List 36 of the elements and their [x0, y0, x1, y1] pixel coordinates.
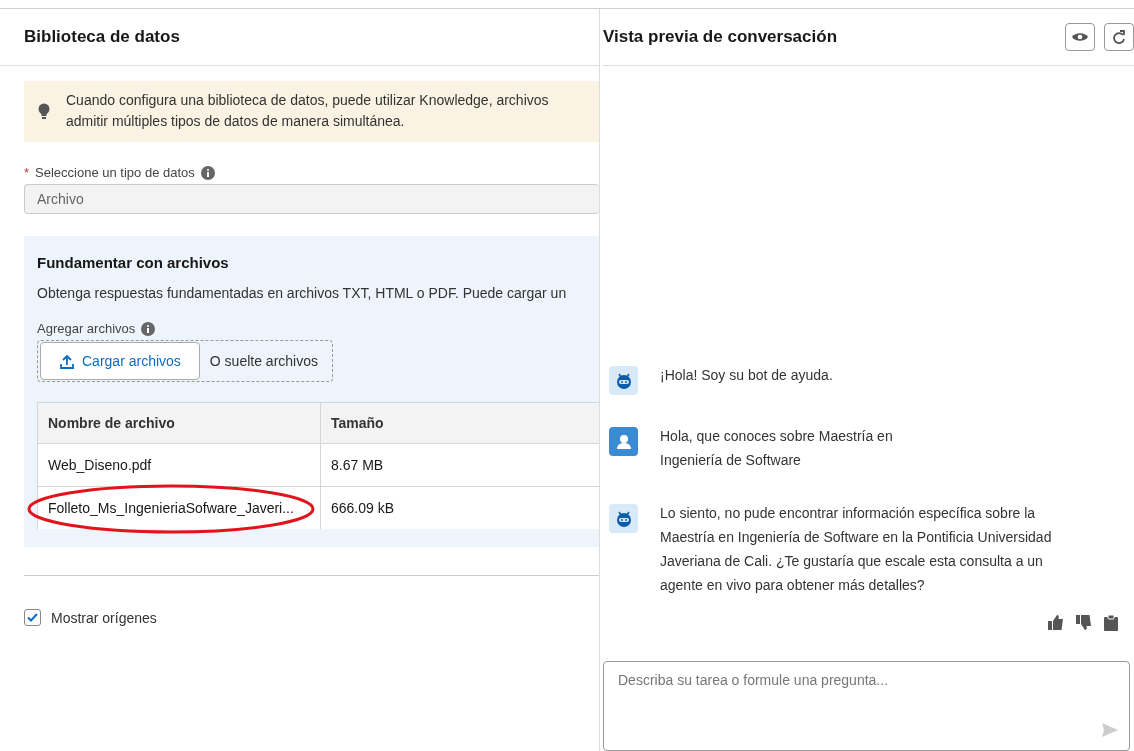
- column-header: Nombre de archivo: [37, 402, 321, 444]
- field-label: Seleccione un tipo de datos: [35, 165, 195, 180]
- required-mark: *: [24, 165, 30, 180]
- refresh-icon: [1112, 30, 1126, 44]
- checkbox-label: Mostrar orígenes: [51, 609, 157, 626]
- panel-title: Biblioteca de datos: [24, 27, 180, 47]
- refresh-button[interactable]: [1104, 23, 1134, 51]
- upload-icon: [59, 353, 75, 369]
- card-description: Obtenga respuestas fundamentadas en archivos TXT, HTML o PDF. Puede cargar un: [37, 285, 568, 301]
- card-title: Fundamentar con archivos: [37, 254, 230, 271]
- table-cell: 8.67 MB: [320, 443, 599, 487]
- checkmark-icon: [27, 613, 38, 622]
- checkbox[interactable]: [24, 609, 41, 626]
- lightbulb-icon: [38, 102, 50, 120]
- field-label: Agregar archivos: [37, 321, 136, 336]
- thumbs-up-icon[interactable]: [1048, 615, 1064, 630]
- eye-icon: [1072, 32, 1088, 42]
- table-cell: Folleto_Ms_IngenieriaSofware_Javeri...: [37, 486, 321, 529]
- data-type-select[interactable]: Archivo: [24, 184, 599, 214]
- panel-title: Vista previa de conversación: [603, 27, 838, 47]
- table-cell: Web_Diseno.pdf: [37, 443, 321, 487]
- thumbs-down-icon[interactable]: [1076, 615, 1092, 630]
- chat-message: ¡Hola! Soy su bot de ayuda.: [660, 366, 833, 385]
- preview-button[interactable]: [1065, 23, 1095, 51]
- drop-hint: O suelte archivos: [209, 353, 318, 369]
- drop-zone[interactable]: Cargar archivos O suelte archivos: [37, 340, 333, 382]
- info-icon: [141, 321, 156, 336]
- info-icon: [200, 165, 215, 180]
- chat-message: Hola, que conoces sobre Maestría en Ingeniería de Software: [660, 427, 894, 470]
- clipboard-icon[interactable]: [1104, 615, 1118, 631]
- table-cell: 666.09 kB: [320, 486, 599, 529]
- upload-button[interactable]: Cargar archivos: [40, 342, 200, 380]
- chat-message: Lo siento, no pude encontrar información específica sobre la Maestría en Ingeniería de Software en la Pontificia Universidad Javeriana de Cali. ¿Te gustaría que escale esta consulta a un agente en vivo para obtener más detalles?: [660, 504, 1053, 595]
- message-input[interactable]: Describa su tarea o formule una pregunta...: [603, 661, 1130, 751]
- banner-text: Cuando configura una biblioteca de datos, puede utilizar Knowledge, archivos admitir múltiples tipos de datos de manera simultánea.: [66, 91, 549, 131]
- column-header: Tamaño: [320, 402, 599, 444]
